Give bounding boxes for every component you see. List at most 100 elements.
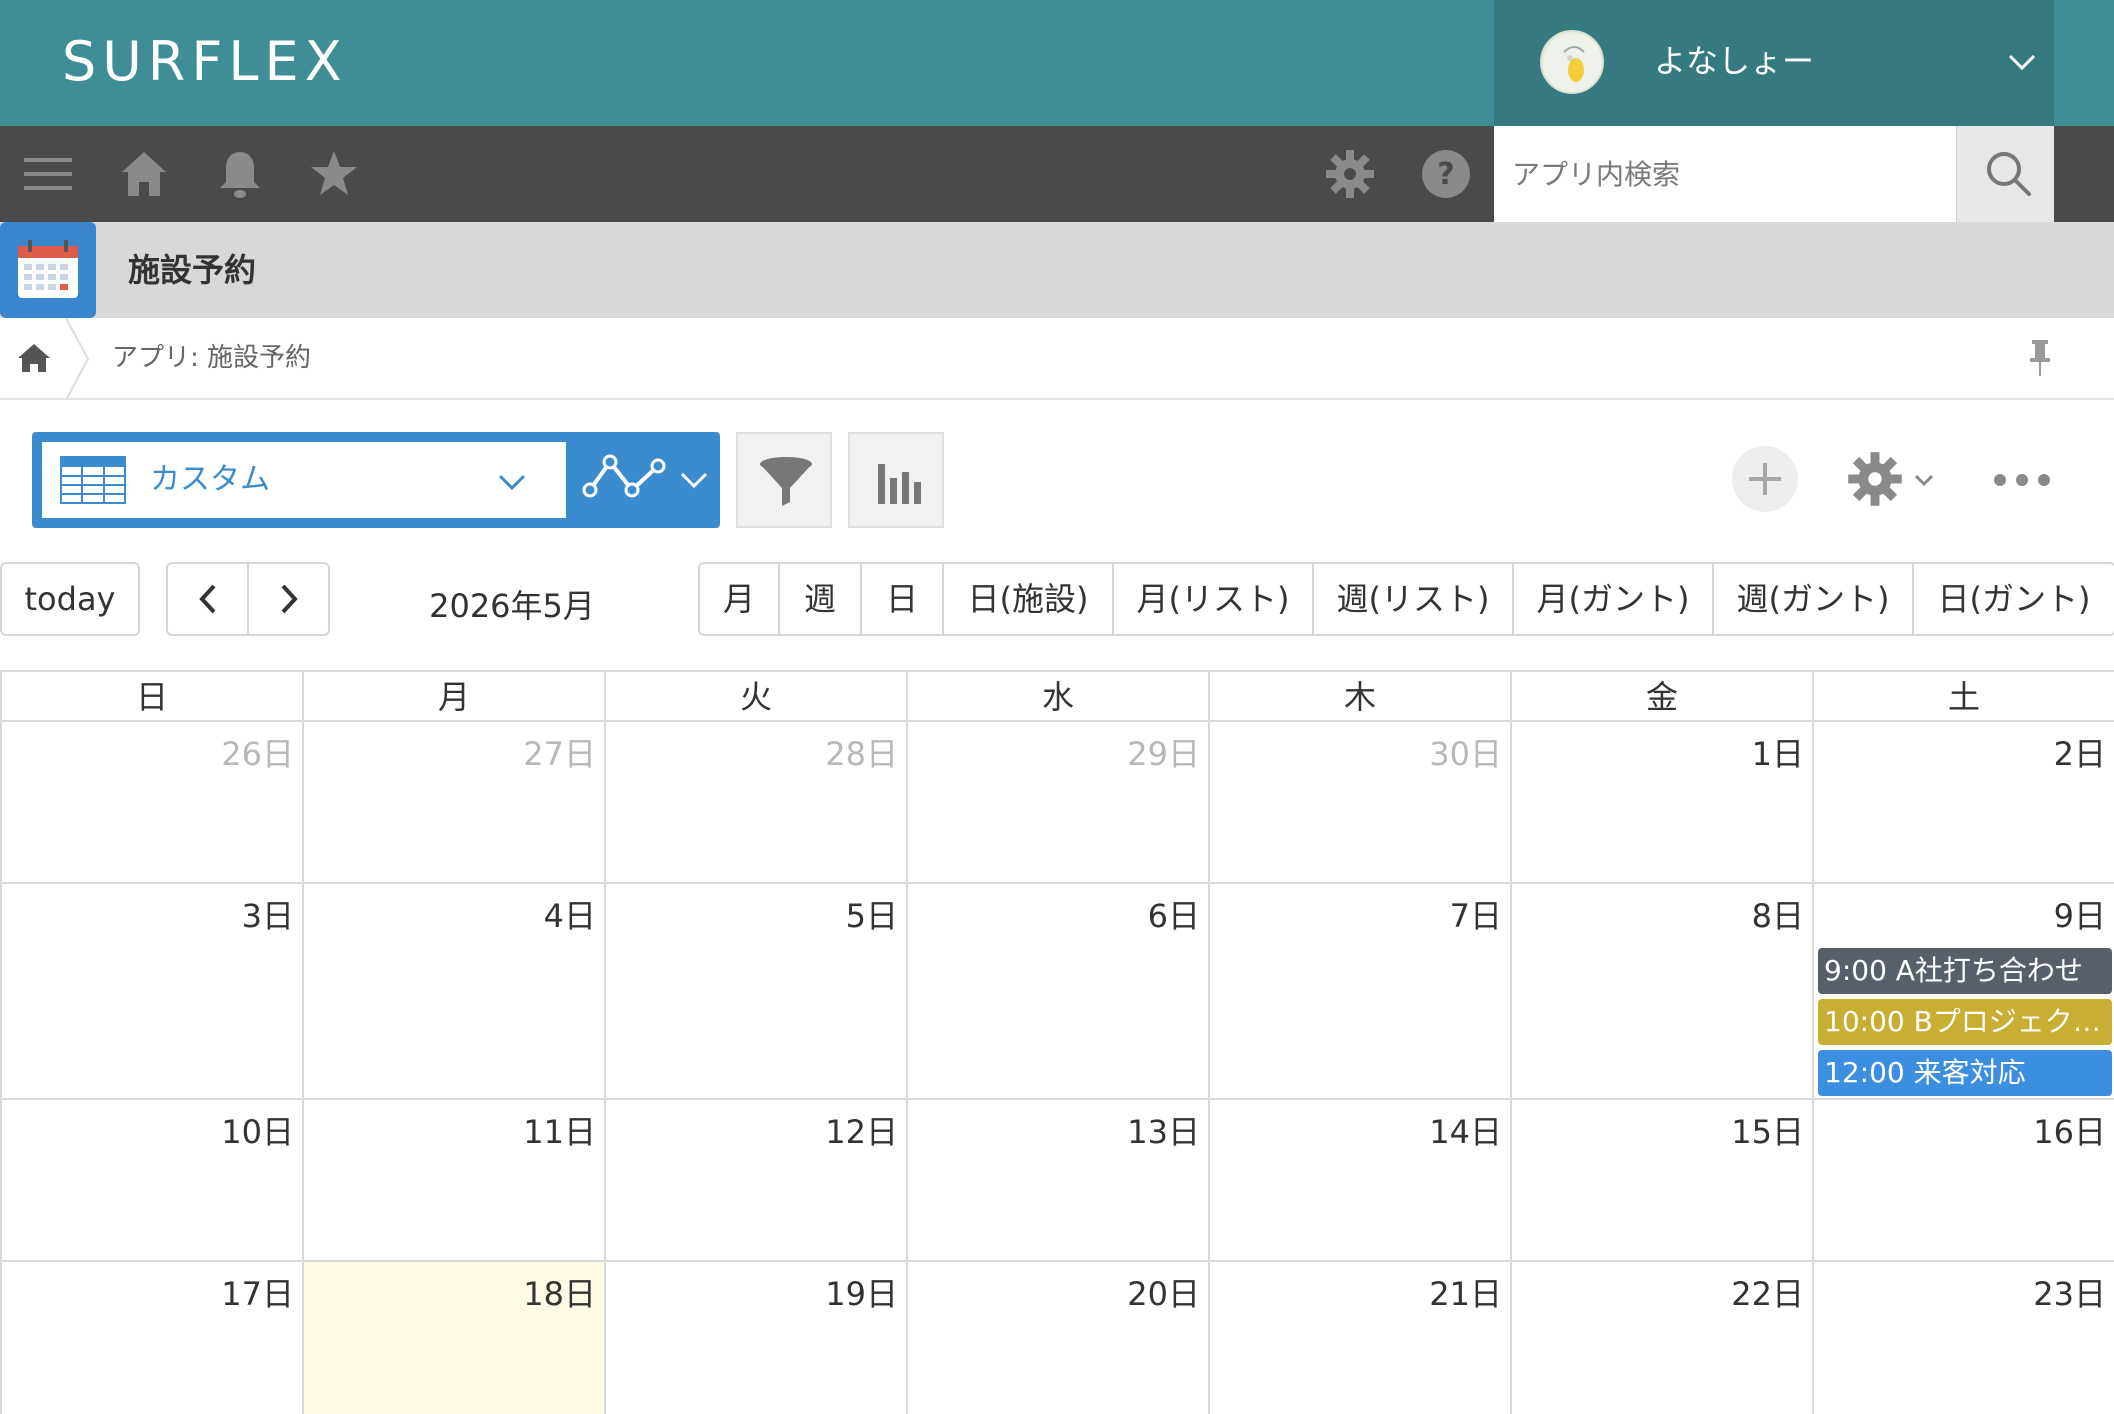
pin-icon[interactable] — [2020, 336, 2060, 380]
today-button[interactable]: today — [0, 562, 140, 636]
day-number: 15日 — [1731, 1113, 1804, 1151]
search-icon — [1987, 152, 2031, 196]
day-cell[interactable]: 28日 — [604, 722, 906, 882]
more-options-icon[interactable] — [1992, 462, 2052, 498]
calendar-week: 26日 27日 28日 29日 30日 1日 2日 — [0, 722, 2114, 884]
bar-chart-icon — [878, 464, 921, 504]
day-number: 1日 — [1751, 735, 1804, 773]
weekday-header: 日 月 火 水 木 金 土 — [0, 670, 2114, 722]
weekday-label: 水 — [906, 672, 1208, 722]
day-number: 18日 — [523, 1275, 596, 1313]
calendar-view-tabs: 月 週 日 日(施設) 月(リスト) 週(リスト) 月(ガント) 週(ガント) … — [698, 562, 2114, 636]
next-month-button[interactable] — [249, 564, 330, 634]
day-number: 30日 — [1429, 735, 1502, 773]
calendar-event[interactable]: 10:00 Bプロジェクト会議 — [1818, 999, 2112, 1045]
day-cell[interactable]: 3日 — [0, 884, 302, 1098]
day-cell[interactable]: 8日 — [1510, 884, 1812, 1098]
day-number: 7日 — [1449, 897, 1502, 935]
day-cell[interactable]: 20日 — [906, 1262, 1208, 1414]
day-cell[interactable]: 10日 — [0, 1100, 302, 1260]
view-selector-group: カスタム — [32, 432, 720, 528]
avatar[interactable] — [1540, 30, 1604, 94]
calendar-app-icon — [0, 222, 96, 318]
day-cell[interactable]: 19日 — [604, 1262, 906, 1414]
chevron-down-icon[interactable] — [676, 462, 712, 498]
gear-icon[interactable] — [1846, 450, 1904, 508]
gear-icon[interactable] — [1324, 148, 1376, 200]
graph-button[interactable] — [848, 432, 944, 528]
day-number: 11日 — [523, 1113, 596, 1151]
day-cell[interactable]: 7日 — [1208, 884, 1510, 1098]
star-icon[interactable] — [308, 148, 360, 200]
day-number: 9日 — [2053, 897, 2106, 935]
chevron-left-icon — [199, 584, 216, 614]
menu-icon[interactable] — [22, 148, 74, 200]
day-cell[interactable]: 9日 9:00 A社打ち合わせ 10:00 Bプロジェクト会議 12:00 来客… — [1812, 884, 2114, 1098]
tab-day-gantt[interactable]: 日(ガント) — [1914, 564, 2114, 634]
day-cell[interactable]: 6日 — [906, 884, 1208, 1098]
user-menu[interactable]: よなしょー — [1494, 0, 2054, 126]
plus-icon — [1749, 463, 1781, 495]
day-cell[interactable]: 4日 — [302, 884, 604, 1098]
calendar-event[interactable]: 12:00 来客対応 — [1818, 1050, 2112, 1096]
day-cell[interactable]: 16日 — [1812, 1100, 2114, 1260]
tab-week[interactable]: 週 — [780, 564, 862, 634]
day-cell[interactable]: 22日 — [1510, 1262, 1812, 1414]
tab-month[interactable]: 月 — [700, 564, 780, 634]
graph-icon[interactable] — [580, 446, 670, 514]
home-icon[interactable] — [118, 148, 170, 200]
page-title: 施設予約 — [128, 251, 257, 289]
day-number: 6日 — [1147, 897, 1200, 935]
tab-month-list[interactable]: 月(リスト) — [1114, 564, 1314, 634]
day-cell[interactable]: 15日 — [1510, 1100, 1812, 1260]
day-cell[interactable]: 11日 — [302, 1100, 604, 1260]
chevron-right-icon — [281, 584, 298, 614]
day-cell[interactable]: 21日 — [1208, 1262, 1510, 1414]
chevron-down-icon — [498, 474, 526, 491]
day-cell[interactable]: 1日 — [1510, 722, 1812, 882]
tab-day-facility[interactable]: 日(施設) — [944, 564, 1114, 634]
prev-month-button[interactable] — [168, 564, 249, 634]
day-number: 16日 — [2033, 1113, 2106, 1151]
weekday-label: 土 — [1812, 672, 2114, 722]
day-cell[interactable]: 27日 — [302, 722, 604, 882]
tab-week-gantt[interactable]: 週(ガント) — [1714, 564, 1914, 634]
day-cell[interactable]: 17日 — [0, 1262, 302, 1414]
weekday-label: 金 — [1510, 672, 1812, 722]
day-number: 23日 — [2033, 1275, 2106, 1313]
tab-week-list[interactable]: 週(リスト) — [1314, 564, 1514, 634]
day-number: 8日 — [1751, 897, 1804, 935]
day-number: 3日 — [241, 897, 294, 935]
view-select[interactable]: カスタム — [42, 442, 566, 518]
tab-day[interactable]: 日 — [862, 564, 944, 634]
chevron-down-icon[interactable] — [2004, 44, 2040, 80]
day-cell[interactable]: 26日 — [0, 722, 302, 882]
add-record-button[interactable] — [1732, 446, 1798, 512]
calendar-event[interactable]: 9:00 A社打ち合わせ — [1818, 948, 2112, 994]
weekday-label: 火 — [604, 672, 906, 722]
home-icon[interactable] — [14, 338, 54, 378]
calendar-week: 10日 11日 12日 13日 14日 15日 16日 — [0, 1100, 2114, 1262]
search-input[interactable] — [1494, 126, 1956, 222]
day-cell[interactable]: 2日 — [1812, 722, 2114, 882]
search-button[interactable] — [1956, 126, 2054, 222]
help-icon[interactable]: ? — [1420, 148, 1472, 200]
chevron-down-icon[interactable] — [1910, 466, 1938, 494]
filter-button[interactable] — [736, 432, 832, 528]
day-cell-today[interactable]: 18日 — [302, 1262, 604, 1414]
surflex-logo[interactable]: SURFLEX — [62, 28, 348, 96]
day-cell[interactable]: 12日 — [604, 1100, 906, 1260]
day-cell[interactable]: 14日 — [1208, 1100, 1510, 1260]
day-number: 2日 — [2053, 735, 2106, 773]
breadcrumb-app-link[interactable]: アプリ: 施設予約 — [112, 338, 311, 378]
app-search — [1494, 126, 2054, 222]
day-cell[interactable]: 5日 — [604, 884, 906, 1098]
bell-icon[interactable] — [214, 148, 266, 200]
user-name: よなしょー — [1654, 42, 1815, 80]
day-cell[interactable]: 30日 — [1208, 722, 1510, 882]
day-cell[interactable]: 13日 — [906, 1100, 1208, 1260]
day-cell[interactable]: 23日 — [1812, 1262, 2114, 1414]
tab-month-gantt[interactable]: 月(ガント) — [1514, 564, 1714, 634]
table-view-icon — [60, 456, 126, 504]
day-cell[interactable]: 29日 — [906, 722, 1208, 882]
